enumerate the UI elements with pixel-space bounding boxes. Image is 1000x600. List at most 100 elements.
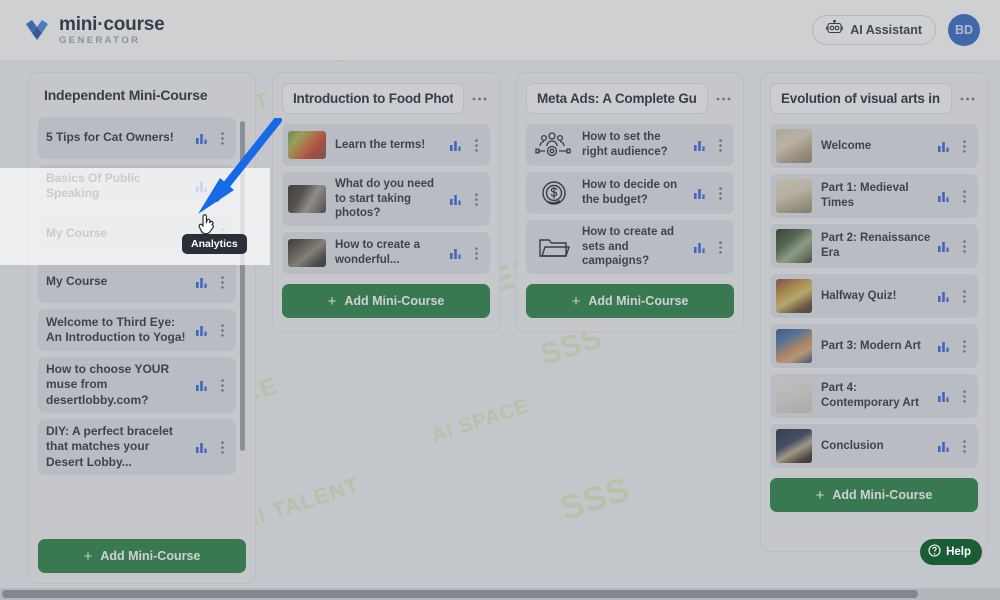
column-title: Independent Mini-Course <box>44 87 208 103</box>
add-mini-course-button[interactable]: + Add Mini-Course <box>770 478 978 512</box>
analytics-icon[interactable] <box>688 134 710 156</box>
analytics-icon[interactable] <box>932 285 954 307</box>
card-actions <box>688 182 728 204</box>
photo-dark-table-thumb <box>288 185 326 214</box>
card-item[interactable]: Part 1: Medieval Times <box>770 174 978 218</box>
card-item[interactable]: Part 4: Contemporary Art <box>770 374 978 418</box>
top-bar-actions: AI Assistant BD <box>812 14 980 46</box>
more-vertical-icon[interactable] <box>956 435 972 457</box>
column-header: Meta Ads: A Complete Guide <box>526 83 734 114</box>
more-vertical-icon[interactable] <box>214 127 230 149</box>
card-item[interactable]: Part 2: Renaissance Era <box>770 224 978 268</box>
more-vertical-icon[interactable] <box>712 182 728 204</box>
card-item[interactable]: How to choose YOUR muse from desertlobby… <box>38 357 236 414</box>
more-vertical-icon[interactable] <box>214 319 230 341</box>
analytics-icon[interactable] <box>444 134 466 156</box>
card-item[interactable]: Part 3: Modern Art <box>770 324 978 368</box>
avatar[interactable]: BD <box>948 14 980 46</box>
card-item[interactable]: How to set the right audience? <box>526 124 734 166</box>
vertical-scrollbar[interactable] <box>240 121 245 451</box>
logo-subtitle: GENERATOR <box>59 34 141 46</box>
more-vertical-icon[interactable] <box>712 134 728 156</box>
more-horizontal-icon[interactable] <box>712 88 734 110</box>
card-actions <box>444 188 484 210</box>
more-horizontal-icon[interactable] <box>468 88 490 110</box>
more-horizontal-icon[interactable] <box>956 88 978 110</box>
column-title-box[interactable]: Evolution of visual arts in Eur <box>770 83 952 114</box>
more-vertical-icon[interactable] <box>956 285 972 307</box>
board: Independent Mini-Course 5 Tips for Cat O… <box>0 60 1000 584</box>
card-title: Welcome <box>821 139 872 152</box>
analytics-icon[interactable] <box>190 436 212 458</box>
more-vertical-icon[interactable] <box>214 436 230 458</box>
card-title: 5 Tips for Cat Owners! <box>46 130 174 145</box>
analytics-icon[interactable] <box>688 236 710 258</box>
horizontal-scrollbar-thumb[interactable] <box>2 590 918 598</box>
more-vertical-icon[interactable] <box>956 385 972 407</box>
help-button[interactable]: Help <box>920 539 982 565</box>
plus-icon: + <box>83 547 93 565</box>
more-vertical-icon[interactable] <box>956 235 972 257</box>
analytics-icon[interactable] <box>932 235 954 257</box>
more-vertical-icon[interactable] <box>214 374 230 396</box>
more-vertical-icon[interactable] <box>956 335 972 357</box>
card-item[interactable]: Conclusion <box>770 424 978 468</box>
column-title: Meta Ads: A Complete Guide <box>537 91 697 106</box>
top-bar: mini·course GENERATOR AI Assistant BD <box>0 0 1000 60</box>
card-actions <box>932 185 972 207</box>
folder-icon <box>534 232 574 262</box>
card-item[interactable]: Welcome <box>770 124 978 168</box>
analytics-icon[interactable] <box>932 335 954 357</box>
add-mini-course-button[interactable]: + Add Mini-Course <box>282 284 490 319</box>
plus-icon: + <box>815 486 825 504</box>
analytics-icon[interactable] <box>190 175 212 197</box>
card-item[interactable]: How to decide on the budget? <box>526 172 734 214</box>
more-vertical-icon[interactable] <box>214 175 230 197</box>
logo[interactable]: mini·course GENERATOR <box>24 15 165 46</box>
card-item[interactable]: 5 Tips for Cat Owners! <box>38 117 236 159</box>
card-item[interactable]: DIY: A perfect bracelet that matches you… <box>38 419 236 476</box>
add-mini-course-label: Add Mini-Course <box>832 488 933 502</box>
more-vertical-icon[interactable] <box>956 185 972 207</box>
card-actions <box>932 135 972 157</box>
more-vertical-icon[interactable] <box>468 188 484 210</box>
analytics-icon[interactable] <box>932 435 954 457</box>
analytics-icon[interactable] <box>688 182 710 204</box>
card-item[interactable]: My Course <box>38 261 236 303</box>
add-mini-course-button[interactable]: + Add Mini-Course <box>38 539 246 573</box>
analytics-icon[interactable] <box>932 135 954 157</box>
column-title-box[interactable]: Introduction to Food Photogr <box>282 83 464 114</box>
card-item[interactable]: Basics Of Public Speaking <box>38 165 236 207</box>
ai-assistant-button[interactable]: AI Assistant <box>812 15 936 45</box>
analytics-icon[interactable] <box>932 185 954 207</box>
more-vertical-icon[interactable] <box>956 135 972 157</box>
card-title: My Course <box>46 226 108 241</box>
analytics-icon[interactable] <box>190 319 212 341</box>
analytics-icon[interactable] <box>190 271 212 293</box>
card-item[interactable]: What do you need to start taking photos? <box>282 172 490 227</box>
add-mini-course-button[interactable]: + Add Mini-Course <box>526 284 734 319</box>
column-title: Introduction to Food Photogr <box>293 91 453 106</box>
more-vertical-icon[interactable] <box>468 242 484 264</box>
card-item[interactable]: Halfway Quiz! <box>770 274 978 318</box>
card-title: Conclusion <box>821 439 884 452</box>
card-item[interactable]: Learn the terms! <box>282 124 490 166</box>
card-item[interactable]: How to create a wonderful... <box>282 232 490 275</box>
card-actions <box>932 235 972 257</box>
column-title-box[interactable]: Meta Ads: A Complete Guide <box>526 83 708 114</box>
card-list: 5 Tips for Cat Owners! Basics Of Public … <box>38 117 236 476</box>
banksy-balloon-thumb <box>776 379 812 413</box>
card-item[interactable]: How to create ad sets and campaigns? <box>526 220 734 275</box>
horizontal-scrollbar-track[interactable] <box>0 588 1000 600</box>
analytics-icon[interactable] <box>444 242 466 264</box>
analytics-icon[interactable] <box>190 374 212 396</box>
more-vertical-icon[interactable] <box>214 271 230 293</box>
analytics-icon[interactable] <box>932 385 954 407</box>
analytics-icon[interactable] <box>190 127 212 149</box>
more-vertical-icon[interactable] <box>712 236 728 258</box>
ai-assistant-label: AI Assistant <box>850 23 922 37</box>
question-circle-icon <box>928 544 941 560</box>
card-item[interactable]: Welcome to Third Eye: An Introduction to… <box>38 309 236 351</box>
analytics-icon[interactable] <box>444 188 466 210</box>
more-vertical-icon[interactable] <box>468 134 484 156</box>
